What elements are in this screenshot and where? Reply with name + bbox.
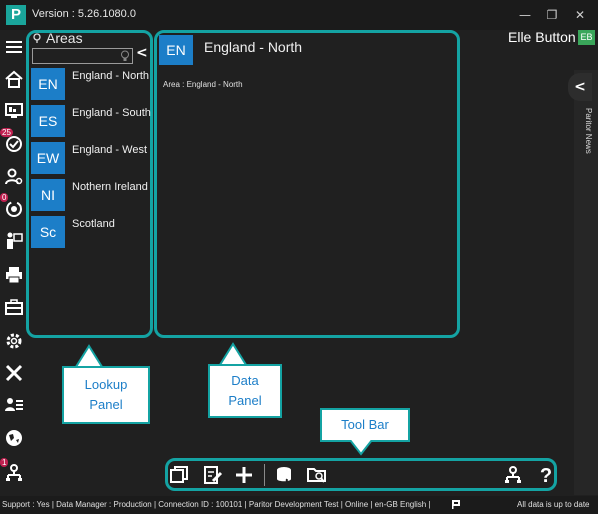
close-button[interactable]: ✕ — [571, 6, 589, 24]
lightbulb-icon[interactable] — [120, 50, 130, 62]
area-label: England - South — [72, 107, 151, 119]
globe-icon[interactable] — [3, 427, 25, 449]
area-label: Nothern Ireland — [72, 181, 148, 193]
app-logo: P — [6, 5, 26, 25]
maximize-button[interactable]: ❐ — [543, 6, 561, 24]
area-label: Scotland — [72, 218, 115, 230]
lookup-title: Areas — [46, 30, 83, 46]
lookup-panel-callout: Lookup Panel — [62, 366, 150, 424]
list-item[interactable]: EW England - West — [31, 142, 153, 174]
print-icon[interactable] — [3, 264, 25, 286]
pin-icon[interactable] — [32, 33, 42, 43]
add-icon[interactable] — [233, 464, 255, 486]
selected-area-title: England - North — [204, 39, 303, 55]
version-label: Version : 5.26.1080.0 — [32, 8, 136, 20]
database-refresh-icon[interactable] — [274, 464, 296, 486]
user-avatar[interactable]: EB — [578, 30, 595, 45]
collapse-panel-chevron-icon[interactable]: < — [136, 45, 148, 61]
sync-icon[interactable] — [3, 198, 25, 220]
tasks-badge: 25 — [0, 128, 13, 137]
feedback-flag-icon[interactable] — [451, 499, 461, 509]
area-code-tile: Sc — [31, 216, 65, 248]
user-list-icon[interactable] — [3, 394, 25, 416]
status-bar: Support : Yes | Data Manager : Productio… — [0, 496, 598, 514]
new-window-icon[interactable] — [168, 464, 190, 486]
presenter-icon[interactable] — [3, 230, 25, 252]
help-icon[interactable]: ? — [535, 464, 557, 486]
toolbar-callout-text: Tool Bar — [341, 417, 389, 432]
user-search-icon[interactable] — [3, 166, 25, 188]
edit-icon[interactable] — [202, 464, 224, 486]
title-bar: P Version : 5.26.1080.0 — ❐ ✕ — [0, 0, 598, 30]
toolbar-callout: Tool Bar — [320, 408, 410, 442]
folder-search-icon[interactable] — [306, 464, 328, 486]
minimize-button[interactable]: — — [516, 6, 534, 24]
user-name[interactable]: Elle Button — [508, 29, 576, 45]
svg-text:?: ? — [540, 465, 552, 485]
home-icon[interactable] — [3, 68, 25, 90]
expand-news-chevron-icon[interactable]: < — [568, 73, 592, 101]
toolbar-callout-tail — [350, 440, 372, 456]
hierarchy-icon[interactable] — [502, 464, 524, 486]
area-code-tile: ES — [31, 105, 65, 137]
area-label: England - North — [72, 70, 150, 82]
settings-icon[interactable] — [3, 330, 25, 352]
dashboard-icon[interactable] — [3, 100, 25, 122]
area-code-tile: NI — [31, 179, 65, 211]
tools-icon[interactable] — [3, 362, 25, 384]
list-item[interactable]: NI Nothern Ireland — [31, 179, 153, 211]
selected-area-tile: EN — [159, 35, 193, 65]
data-panel-highlight — [154, 30, 460, 338]
news-label[interactable]: Paritor News — [584, 108, 593, 154]
data-panel-callout: Data Panel — [208, 364, 282, 418]
status-info: Support : Yes | Data Manager : Productio… — [2, 500, 431, 509]
briefcase-icon[interactable] — [3, 296, 25, 318]
toolbar-separator — [264, 464, 265, 486]
data-callout-text: Data Panel — [228, 373, 262, 408]
area-code-tile: EW — [31, 142, 65, 174]
lookup-callout-text: Lookup Panel — [84, 377, 128, 412]
area-detail-line: Area : England - North — [163, 80, 243, 89]
area-label: England - West — [72, 144, 148, 156]
menu-icon[interactable] — [3, 36, 25, 58]
sync-status: All data is up to date — [517, 500, 590, 509]
list-item[interactable]: Sc Scotland — [31, 216, 153, 248]
list-item[interactable]: EN England - North — [31, 68, 153, 100]
list-item[interactable]: ES England - South — [31, 105, 153, 137]
lookup-search-input[interactable] — [32, 48, 133, 64]
area-code-tile: EN — [31, 68, 65, 100]
